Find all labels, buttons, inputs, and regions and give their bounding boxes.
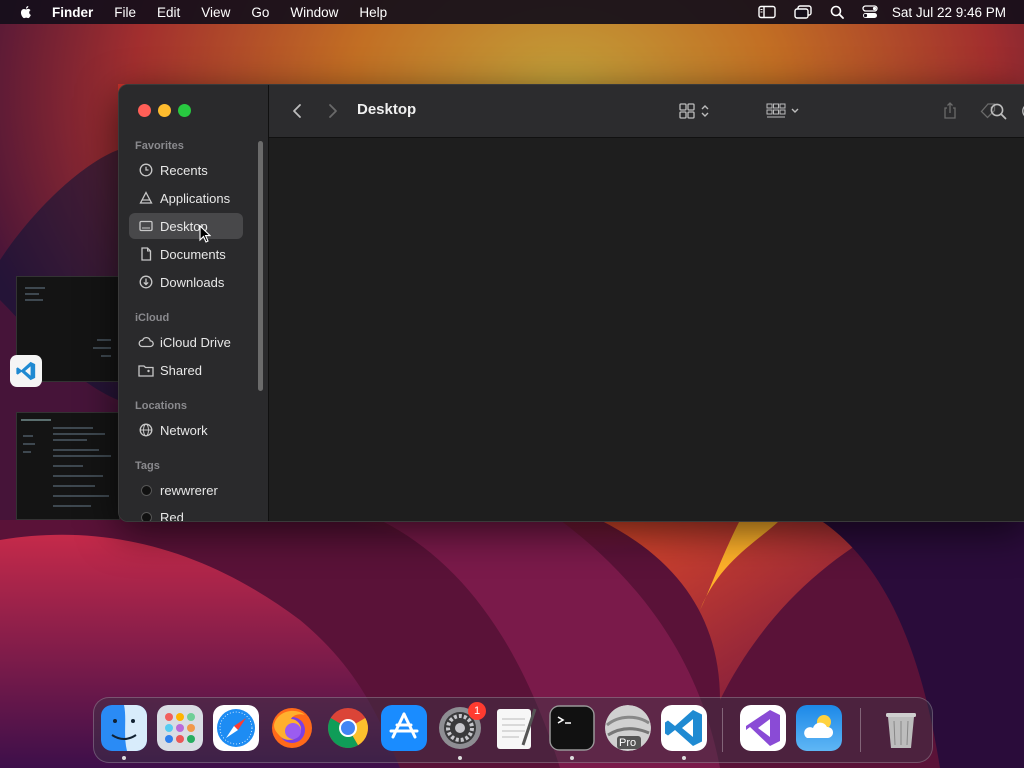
control-center-icon[interactable]: [862, 5, 878, 19]
window-thumbnail-editor[interactable]: [16, 412, 120, 520]
running-indicator: [570, 756, 574, 760]
sidebar-item-applications[interactable]: Applications: [129, 185, 243, 211]
dock-terminal-icon[interactable]: [549, 705, 595, 751]
dock: 1 Pro: [93, 697, 933, 763]
dock-finder-icon[interactable]: [101, 705, 147, 751]
sidebar-section-locations: Locations: [135, 400, 187, 412]
icon-view-icon[interactable]: [677, 99, 715, 123]
dock-separator: [860, 708, 861, 752]
spotlight-search-icon[interactable]: [830, 5, 844, 19]
sidebar-item-label: rewwrerer: [160, 482, 218, 498]
group-icon[interactable]: [765, 99, 803, 123]
shared-folder-icon: [138, 362, 154, 378]
clock-icon: [138, 162, 154, 178]
sidebar-section-tags: Tags: [135, 460, 160, 472]
finder-sidebar: Favorites Recents Applications Desktop D…: [119, 85, 269, 521]
dock-trash-icon[interactable]: [878, 705, 924, 751]
menubar-clock[interactable]: Sat Jul 22 9:46 PM: [892, 5, 1006, 20]
dock-safari-icon[interactable]: [213, 705, 259, 751]
mouse-pointer-icon: [199, 225, 211, 243]
menu-bar: Finder File Edit View Go Window Help Sat…: [0, 0, 1024, 24]
dock-vscode-icon[interactable]: [661, 705, 707, 751]
menu-edit[interactable]: Edit: [157, 5, 180, 20]
running-indicator: [122, 756, 126, 760]
dock-launchpad-icon[interactable]: [157, 705, 203, 751]
window-title: Desktop: [357, 101, 417, 118]
more-actions-icon[interactable]: [1020, 99, 1024, 123]
sidebar-item-label: iCloud Drive: [160, 334, 231, 350]
dock-app-store-icon[interactable]: [381, 705, 427, 751]
sidebar-item-label: Downloads: [160, 274, 225, 290]
finder-toolbar: Desktop: [269, 85, 1024, 138]
document-icon: [138, 246, 154, 262]
apple-menu-icon[interactable]: [18, 4, 34, 20]
menu-view[interactable]: View: [201, 5, 230, 20]
sidebar-item-icloud-drive[interactable]: iCloud Drive: [129, 329, 243, 355]
search-icon[interactable]: [987, 99, 1009, 123]
vscode-app-badge-icon[interactable]: [10, 355, 42, 387]
sidebar-item-label: Red: [160, 509, 184, 522]
tag-color-dot-icon: [138, 509, 154, 521]
sidebar-scrollbar[interactable]: [258, 141, 263, 391]
menu-app-finder[interactable]: Finder: [52, 5, 93, 20]
dock-visual-studio-icon[interactable]: [740, 705, 786, 751]
dock-chrome-icon[interactable]: [325, 705, 371, 751]
close-window-button[interactable]: [138, 104, 151, 117]
sidebar-item-tag-rewwrerer[interactable]: rewwrerer: [129, 477, 243, 503]
cloud-icon: [138, 334, 154, 350]
dock-weather-icon[interactable]: [796, 705, 842, 751]
window-switch-icon[interactable]: [794, 5, 812, 19]
back-icon[interactable]: [287, 99, 307, 123]
finder-window: Favorites Recents Applications Desktop D…: [118, 84, 1024, 522]
share-icon[interactable]: [939, 99, 961, 123]
menu-window[interactable]: Window: [290, 5, 338, 20]
sidebar-toggle-icon[interactable]: [758, 5, 776, 19]
running-indicator: [682, 756, 686, 760]
dock-separator: [722, 708, 723, 752]
sidebar-item-shared[interactable]: Shared: [129, 357, 243, 383]
forward-icon[interactable]: [323, 99, 343, 123]
tag-color-dot-icon: [138, 482, 154, 498]
menu-help[interactable]: Help: [359, 5, 387, 20]
menu-file[interactable]: File: [114, 5, 136, 20]
notification-badge: 1: [468, 702, 486, 720]
dock-earth-pro-icon[interactable]: Pro: [605, 705, 651, 751]
sidebar-item-desktop[interactable]: Desktop: [129, 213, 243, 239]
sidebar-item-label: Recents: [160, 162, 208, 178]
finder-content-area[interactable]: [269, 138, 1024, 521]
dock-firefox-icon[interactable]: [269, 705, 315, 751]
sidebar-item-network[interactable]: Network: [129, 417, 243, 443]
sidebar-item-documents[interactable]: Documents: [129, 241, 243, 267]
menu-go[interactable]: Go: [251, 5, 269, 20]
sidebar-item-tag-red[interactable]: Red: [129, 504, 243, 522]
earth-pro-label: Pro: [619, 737, 637, 749]
desktop-icon: [138, 218, 154, 234]
sidebar-item-recents[interactable]: Recents: [129, 157, 243, 183]
sidebar-item-label: Shared: [160, 362, 202, 378]
globe-icon: [138, 422, 154, 438]
minimize-window-button[interactable]: [158, 104, 171, 117]
sidebar-section-favorites: Favorites: [135, 140, 184, 152]
maximize-window-button[interactable]: [178, 104, 191, 117]
sidebar-item-label: Applications: [160, 190, 231, 206]
dock-textedit-icon[interactable]: [493, 705, 539, 751]
sidebar-item-downloads[interactable]: Downloads: [129, 269, 243, 295]
sidebar-item-label: Network: [160, 422, 208, 438]
sidebar-item-label: Documents: [160, 246, 226, 262]
downloads-icon: [138, 274, 154, 290]
sidebar-section-icloud: iCloud: [135, 312, 170, 324]
applications-icon: [138, 190, 154, 206]
running-indicator: [458, 756, 462, 760]
